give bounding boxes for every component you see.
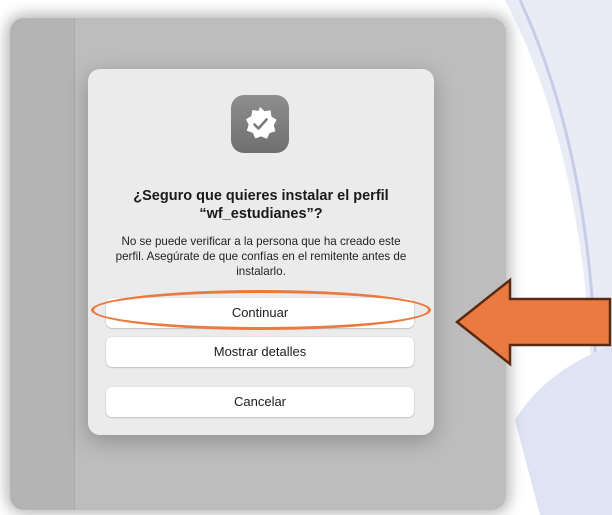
install-profile-dialog: ¿Seguro que quieres instalar el perfil “… xyxy=(88,69,434,435)
dialog-message: No se puede verificar a la persona que h… xyxy=(115,235,407,278)
window-sidebar xyxy=(10,18,75,510)
dialog-title: ¿Seguro que quieres instalar el perfil “… xyxy=(133,188,389,222)
left-arrow-icon xyxy=(454,277,612,367)
cancel-button[interactable]: Cancelar xyxy=(106,387,414,417)
verified-badge-icon xyxy=(231,95,289,153)
show-details-button[interactable]: Mostrar detalles xyxy=(106,337,414,367)
continue-button[interactable]: Continuar xyxy=(106,298,414,328)
